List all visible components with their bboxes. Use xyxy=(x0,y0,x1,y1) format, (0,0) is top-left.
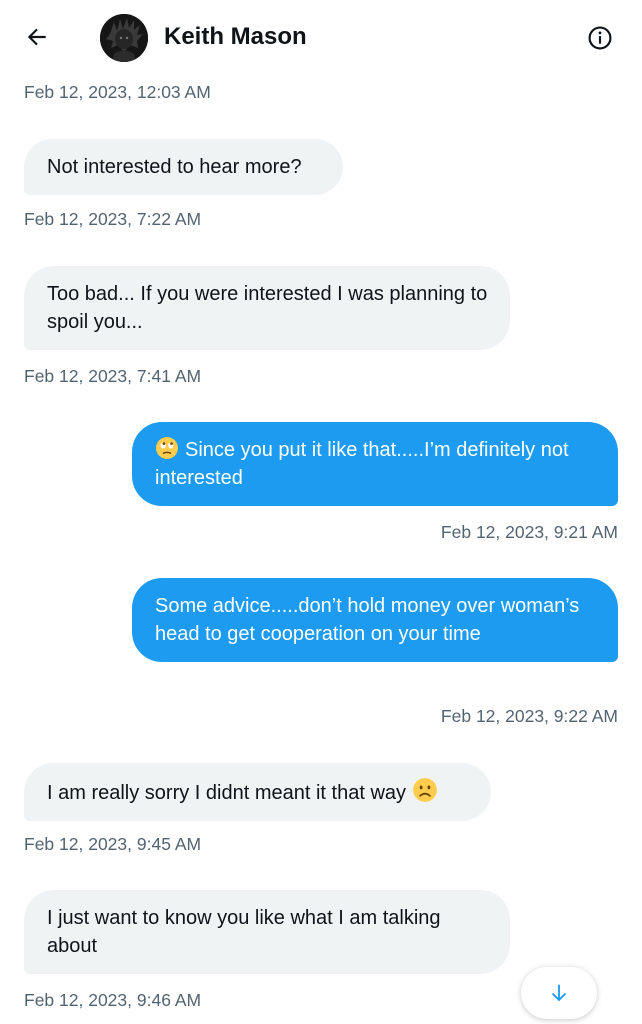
arrow-left-icon xyxy=(27,28,46,46)
message-text: Since you put it like that.....I’m defin… xyxy=(155,439,569,489)
contact-name[interactable]: Keith Mason xyxy=(164,22,307,52)
message-text: Some advice.....don’t hold money over wo… xyxy=(155,595,580,645)
message-text: I am really sorry I didnt meant it that … xyxy=(47,782,407,804)
message-timestamp: Feb 12, 2023, 9:46 AM xyxy=(24,990,202,1010)
message-timestamp: Feb 12, 2023, 9:22 AM xyxy=(440,706,618,726)
slightly-frowning-face-icon xyxy=(413,778,437,802)
sent-message-bubble[interactable]: Some advice.....don’t hold money over wo… xyxy=(132,578,618,662)
message-text: I just want to know you like what I am t… xyxy=(47,907,441,957)
message-timestamp: Feb 12, 2023, 12:03 AM xyxy=(24,82,211,102)
message-text: Too bad... If you were interested I was … xyxy=(47,283,488,333)
received-message-bubble[interactable]: I just want to know you like what I am t… xyxy=(24,890,510,974)
received-message-bubble[interactable]: Too bad... If you were interested I was … xyxy=(24,266,510,350)
scroll-to-bottom-button[interactable] xyxy=(521,967,597,1019)
message-text: Not interested to hear more? xyxy=(47,156,302,178)
arrow-down-icon xyxy=(551,984,567,1002)
conversation-info-button[interactable] xyxy=(580,18,620,58)
message-timestamp: Feb 12, 2023, 9:21 AM xyxy=(440,522,618,542)
avatar[interactable] xyxy=(100,14,148,62)
back-button[interactable] xyxy=(14,14,60,60)
received-message-bubble[interactable]: I am really sorry I didnt meant it that … xyxy=(24,763,491,821)
face-with-rolling-eyes-icon xyxy=(156,437,178,459)
message-timestamp: Feb 12, 2023, 7:22 AM xyxy=(24,209,202,229)
received-message-bubble[interactable]: Not interested to hear more? xyxy=(24,139,343,195)
conversation-header: Keith Mason xyxy=(0,0,642,76)
message-timestamp: Feb 12, 2023, 7:41 AM xyxy=(24,366,202,386)
sent-message-bubble[interactable]: Since you put it like that.....I’m defin… xyxy=(132,422,618,506)
info-circle-icon xyxy=(588,26,612,50)
avatar-image xyxy=(100,14,148,62)
message-timestamp: Feb 12, 2023, 9:45 AM xyxy=(24,834,202,854)
